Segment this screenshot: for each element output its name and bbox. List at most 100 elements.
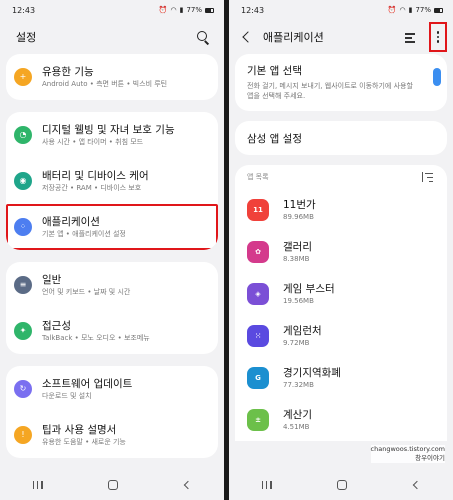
settings-item-title: 디지털 웰빙 및 자녀 보호 기능 [42,124,175,136]
recent-apps-icon[interactable] [261,481,272,489]
app-name: 경기지역화폐 [283,367,341,379]
applications-header: 애플리케이션 [229,20,453,54]
home-icon[interactable] [336,480,347,490]
app-size: 8.38MB [283,255,310,263]
app-list: 앱 목록 11 11번가 89.96MB ✿ 갤러리 8.38MB ◈ 게임 부스터… [235,165,447,441]
settings-item-subtitle: TalkBack • 모노 오디오 • 보조메뉴 [42,334,150,342]
game-booster-icon: ◈ [247,283,269,305]
nav-bar [0,470,224,500]
watermark: changwoos.tistory.com 창우이야기 [370,445,445,463]
calculator-icon: ± [247,409,269,431]
battery-icon [205,7,214,13]
more-vert-icon [436,31,440,43]
app-11st-icon: 11 [247,199,269,221]
search-icon[interactable] [196,30,210,44]
app-size: 89.96MB [283,213,314,221]
app-name: 갤러리 [283,241,312,253]
app-row-calculator[interactable]: ± 계산기 4.51MB [235,399,447,441]
app-size: 4.51MB [283,423,310,431]
samsung-app-settings: 삼성 앱 설정 [247,132,302,145]
applications-screen: 12:43 ⏰ ◠ ▮ 77% 애플리케이션 기본 앱 선택 전화 걸기, 메시… [229,0,453,500]
gallery-icon: ✿ [247,241,269,263]
software-update-icon: ↻ [14,380,32,398]
settings-item-subtitle: 사용 시간 • 앱 타이머 • 취침 모드 [42,138,144,146]
settings-item-applications[interactable]: ⁘ 애플리케이션기본 앱 • 애플리케이션 설정 [6,204,218,250]
page-title: 설정 [16,31,37,44]
default-apps-subtitle: 전화 걸기, 메시지 보내기, 웹사이트로 이동하기에 사용할 앱을 선택해 주… [247,82,413,100]
more-options-button[interactable] [429,22,447,52]
app-list-header: 앱 목록 [235,165,447,189]
settings-item-tips[interactable]: ! 팁과 사용 설명서유용한 도움말 • 새로운 기능 [6,412,218,458]
app-name: 11번가 [283,199,316,211]
settings-group-3: ≡ 일반언어 및 키보드 • 날짜 및 시간 ✦ 접근성 TalkBack • 모… [6,262,218,354]
battery-percent: 77% [186,6,202,14]
settings-header: 설정 [0,20,224,54]
app-name: 게임 부스터 [283,283,335,295]
scroll-indicator[interactable] [433,68,441,86]
default-apps-title: 기본 앱 선택 [247,65,302,77]
digital-wellbeing-icon: ◔ [14,126,32,144]
status-bar: 12:43 ⏰ ◠ ▮ 77% [0,0,224,20]
settings-item-software-update[interactable]: ↻ 소프트웨어 업데이트다운로드 및 설치 [6,366,218,412]
settings-item-accessibility[interactable]: ✦ 접근성 TalkBack • 모노 오디오 • 보조메뉴 [6,308,218,354]
samsung-app-settings-card[interactable]: 삼성 앱 설정 [235,121,447,155]
app-row-11st[interactable]: 11 11번가 89.96MB [235,189,447,231]
app-size: 9.72MB [283,339,310,347]
alarm-icon: ⏰ [158,6,168,14]
settings-group-1: + 유용한 기능 Android Auto • 측면 버튼 • 빅스비 루틴 [6,54,218,100]
app-size: 19.56MB [283,297,314,305]
app-name: 계산기 [283,409,312,421]
settings-item-general[interactable]: ≡ 일반언어 및 키보드 • 날짜 및 시간 [6,262,218,308]
settings-item-title: 배터리 및 디바이스 케어 [42,170,149,182]
sort-icon[interactable] [421,172,433,183]
settings-item-title: 유용한 기능 [42,66,94,78]
settings-item-useful-features[interactable]: + 유용한 기능 Android Auto • 측면 버튼 • 빅스비 루틴 [6,54,218,100]
app-size: 77.32MB [283,381,314,389]
tips-icon: ! [14,426,32,444]
status-time: 12:43 [241,5,265,15]
default-apps-card[interactable]: 기본 앱 선택 전화 걸기, 메시지 보내기, 웹사이트로 이동하기에 사용할 … [235,54,447,111]
back-nav-icon[interactable] [412,481,420,489]
settings-item-subtitle: Android Auto • 측면 버튼 • 빅스비 루틴 [42,80,168,88]
signal-icon: ▮ [408,6,413,14]
back-nav-icon[interactable] [183,481,191,489]
alarm-icon: ⏰ [387,6,397,14]
filter-search-icon[interactable] [405,30,421,44]
battery-icon [434,7,443,13]
settings-screen: 12:43 ⏰ ◠ ▮ 77% 설정 + 유용한 기능 Android Auto … [0,0,224,500]
useful-features-icon: + [14,68,32,86]
gyeonggi-currency-icon: G [247,367,269,389]
settings-item-subtitle: 다운로드 및 설치 [42,392,92,400]
settings-group-4: ↻ 소프트웨어 업데이트다운로드 및 설치 ! 팁과 사용 설명서유용한 도움말… [6,366,218,458]
page-title: 애플리케이션 [263,31,324,44]
home-icon[interactable] [107,480,118,490]
settings-item-subtitle: 유용한 도움말 • 새로운 기능 [42,438,126,446]
app-row-gallery[interactable]: ✿ 갤러리 8.38MB [235,231,447,273]
app-name: 게임런처 [283,325,322,337]
general-icon: ≡ [14,276,32,294]
settings-item-title: 소프트웨어 업데이트 [42,378,133,390]
settings-item-title: 팁과 사용 설명서 [42,424,117,436]
settings-item-digital-wellbeing[interactable]: ◔ 디지털 웰빙 및 자녀 보호 기능사용 시간 • 앱 타이머 • 취침 모드 [6,112,218,158]
settings-item-battery-device-care[interactable]: ◉ 배터리 및 디바이스 케어저장공간 • RAM • 디바이스 보호 [6,158,218,204]
applications-icon: ⁘ [14,218,32,236]
battery-percent: 77% [415,6,431,14]
app-row-gyeonggi-currency[interactable]: G 경기지역화폐 77.32MB [235,357,447,399]
wifi-icon: ◠ [170,6,177,14]
wifi-icon: ◠ [399,6,406,14]
settings-item-title: 애플리케이션 [42,216,100,228]
device-care-icon: ◉ [14,172,32,190]
settings-item-title: 일반 [42,274,62,286]
accessibility-icon: ✦ [14,322,32,340]
app-row-game-launcher[interactable]: ⁙ 게임런처 9.72MB [235,315,447,357]
back-icon[interactable] [241,31,253,43]
app-row-game-booster[interactable]: ◈ 게임 부스터 19.56MB [235,273,447,315]
nav-bar [229,470,453,500]
settings-item-subtitle: 언어 및 키보드 • 날짜 및 시간 [42,288,131,296]
recent-apps-icon[interactable] [32,481,43,489]
settings-item-subtitle: 저장공간 • RAM • 디바이스 보호 [42,184,142,192]
game-launcher-icon: ⁙ [247,325,269,347]
settings-group-2: ◔ 디지털 웰빙 및 자녀 보호 기능사용 시간 • 앱 타이머 • 취침 모드… [6,112,218,250]
settings-item-subtitle: 기본 앱 • 애플리케이션 설정 [42,230,126,238]
signal-icon: ▮ [179,6,184,14]
